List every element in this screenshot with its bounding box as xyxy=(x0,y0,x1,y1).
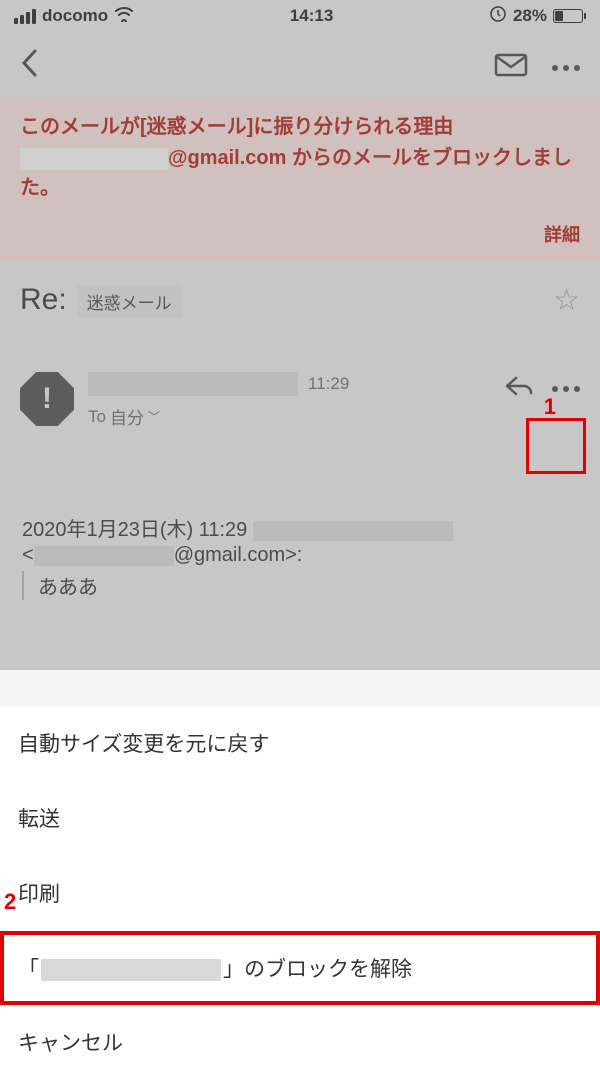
back-button[interactable] xyxy=(20,48,38,87)
status-bar: docomo 14:13 28% xyxy=(0,0,600,32)
spam-body: @gmail.com からのメールをブロックしました。 xyxy=(20,143,580,203)
sender-row: ! 11:29 To 自分 ﹀ xyxy=(0,318,600,429)
archive-icon[interactable] xyxy=(494,52,528,83)
redacted-unblock-name xyxy=(41,959,221,981)
spam-title: このメールが[迷惑メール]に振り分けられる理由 xyxy=(20,113,580,141)
action-sheet: 自動サイズ変更を元に戻す 転送 印刷 「」のブロックを解除 キャンセル xyxy=(0,706,600,1080)
redacted-body-email xyxy=(34,546,174,566)
email-body: 2020年1月23日(木) 11:29 <@gmail.com>: あああ xyxy=(0,429,600,600)
message-more-button[interactable] xyxy=(552,386,580,392)
sheet-autosize[interactable]: 自動サイズ変更を元に戻す xyxy=(0,706,600,781)
sheet-cancel[interactable]: キャンセル xyxy=(0,1005,600,1080)
sheet-unblock[interactable]: 「」のブロックを解除 xyxy=(0,931,600,1005)
sender-time: 11:29 xyxy=(308,374,349,394)
clock: 14:13 xyxy=(290,6,333,26)
chevron-down-icon: ﹀ xyxy=(148,408,160,425)
annotation-2: 2 xyxy=(4,889,16,915)
battery-icon xyxy=(553,9,586,23)
spam-detail-link[interactable]: 詳細 xyxy=(20,221,580,247)
battery-pct: 28% xyxy=(513,6,547,26)
signal-icon xyxy=(14,9,36,24)
subject-label-badge[interactable]: 迷惑メール xyxy=(77,285,182,318)
annotation-1: 1 xyxy=(544,394,556,420)
quoted-text: あああ xyxy=(38,571,578,600)
wifi-icon xyxy=(114,6,134,27)
rotation-lock-icon xyxy=(489,5,507,28)
reply-button[interactable] xyxy=(504,372,534,406)
annotation-1-box xyxy=(526,418,586,474)
spam-avatar-icon: ! xyxy=(20,372,74,426)
star-button[interactable]: ☆ xyxy=(553,283,580,318)
redacted-body-name xyxy=(253,521,453,541)
more-menu-button[interactable] xyxy=(552,65,580,71)
nav-bar xyxy=(0,32,600,97)
sheet-print[interactable]: 印刷 xyxy=(0,856,600,931)
recipient-line[interactable]: To 自分 ﹀ xyxy=(88,404,490,429)
carrier-label: docomo xyxy=(42,6,108,26)
redacted-sender-name xyxy=(88,372,298,396)
redacted-sender xyxy=(20,148,168,170)
sheet-forward[interactable]: 転送 xyxy=(0,781,600,856)
subject-re: Re: xyxy=(20,283,67,317)
spam-banner: このメールが[迷惑メール]に振り分けられる理由 @gmail.com からのメー… xyxy=(0,97,600,261)
subject-row: Re: 迷惑メール ☆ xyxy=(0,261,600,318)
